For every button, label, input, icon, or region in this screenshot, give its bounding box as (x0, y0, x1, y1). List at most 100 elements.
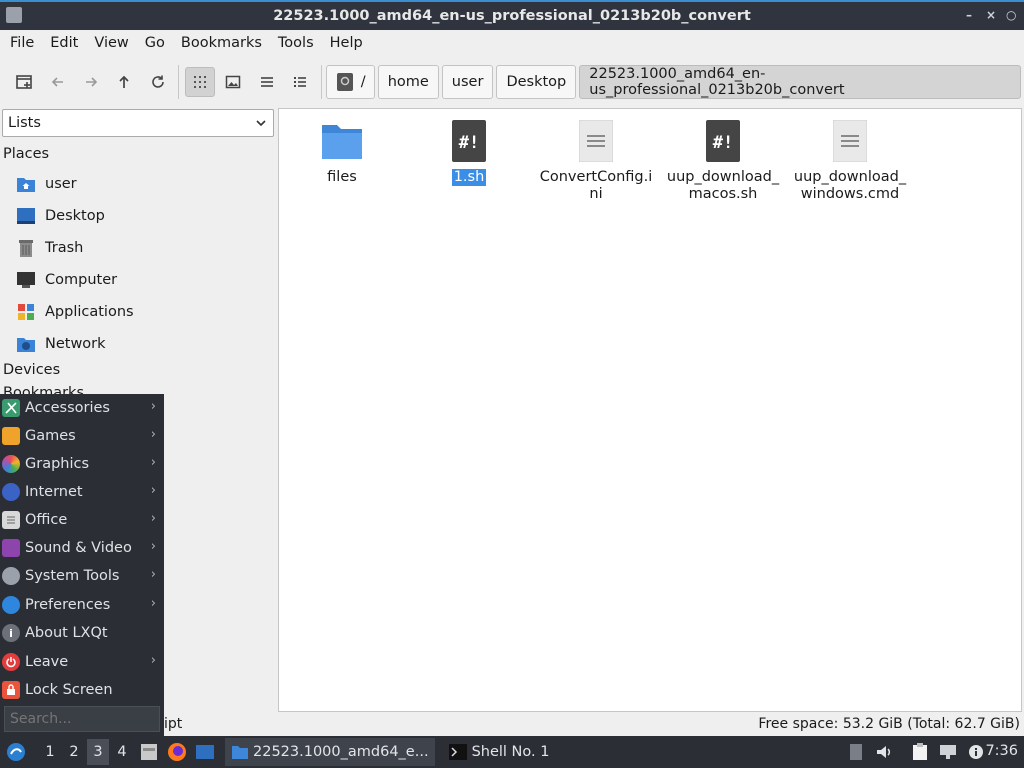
terminal-icon (448, 744, 467, 760)
workspace-1[interactable]: 1 (39, 739, 61, 765)
sidebar-item-desktop[interactable]: Desktop (16, 203, 105, 229)
file-item-1-sh[interactable]: #! 1.sh (409, 117, 529, 186)
menu-accessories[interactable]: Accessories › (0, 395, 164, 421)
games-icon (2, 427, 20, 445)
task-label: 22523.1000_amd64_e... (253, 744, 429, 760)
chevron-right-icon: › (150, 399, 156, 414)
image-icon (226, 75, 241, 89)
main-menu-button[interactable] (4, 741, 28, 763)
chevron-right-icon: › (150, 596, 156, 611)
svg-text:#!: #! (459, 133, 479, 153)
places-header: Places (3, 146, 50, 162)
menu-file[interactable]: File (2, 30, 42, 56)
drive-icon (336, 73, 353, 91)
file-label: 1.sh (451, 169, 487, 186)
tray-notification-button[interactable] (845, 741, 867, 763)
side-pane-mode-select[interactable]: Lists (2, 109, 274, 137)
info-icon: i (2, 624, 20, 642)
menu-bookmarks[interactable]: Bookmarks (173, 30, 270, 56)
computer-icon (16, 270, 36, 290)
sidebar-item-label: Trash (45, 240, 84, 256)
grid-icon (194, 76, 207, 88)
menu-lock-screen[interactable]: Lock Screen (0, 677, 164, 703)
up-button[interactable] (110, 67, 139, 97)
tray-network-button[interactable] (937, 741, 959, 763)
tray-volume-button[interactable] (873, 741, 895, 763)
task-file-manager[interactable]: 22523.1000_amd64_e... (225, 738, 435, 766)
network-wired-icon (940, 745, 956, 759)
file-label: uup_download_windows.cmd (793, 169, 907, 202)
sidebar-item-label: Applications (45, 304, 134, 320)
detailed-list-icon (294, 77, 307, 87)
applications-icon (16, 302, 36, 322)
breadcrumb-root[interactable]: / (325, 65, 375, 99)
menubar: File Edit View Go Bookmarks Tools Help (0, 30, 1024, 56)
sidebar-item-computer[interactable]: Computer (16, 267, 117, 293)
application-menu: Accessories › Games › Graphics › Interne… (0, 394, 164, 736)
menu-preferences[interactable]: Preferences › (0, 592, 164, 618)
maximize-button[interactable]: ○ (1006, 8, 1016, 22)
toolbar-separator (178, 65, 180, 99)
quicklaunch-file-manager[interactable] (138, 741, 160, 763)
sidebar-item-trash[interactable]: Trash (16, 235, 83, 261)
breadcrumb-home[interactable]: home (377, 65, 439, 99)
thumbnail-view-button[interactable] (219, 67, 248, 97)
menu-sound-video[interactable]: Sound & Video › (0, 535, 164, 561)
chevron-right-icon: › (150, 567, 156, 582)
reload-button[interactable] (143, 67, 172, 97)
close-button[interactable]: × (986, 8, 996, 22)
sidebar-item-network[interactable]: Network (16, 331, 106, 357)
quicklaunch-firefox[interactable] (166, 741, 188, 763)
menu-item-label: System Tools (25, 568, 120, 584)
workspace-3[interactable]: 3 (87, 739, 109, 765)
file-item-files[interactable]: files (282, 117, 402, 186)
detailed-view-button[interactable] (285, 67, 314, 97)
preferences-icon (2, 596, 20, 614)
menu-edit[interactable]: Edit (42, 30, 86, 56)
new-tab-button[interactable] (10, 67, 39, 97)
toolbar-separator (320, 65, 322, 99)
menu-view[interactable]: View (86, 30, 136, 56)
file-item-uup-download-windows-cmd[interactable]: uup_download_windows.cmd (790, 117, 910, 203)
menu-item-label: Sound & Video (25, 540, 132, 556)
menu-graphics[interactable]: Graphics › (0, 451, 164, 477)
compact-view-button[interactable] (252, 67, 281, 97)
icon-view-button[interactable] (185, 67, 215, 97)
accessories-icon (2, 399, 20, 417)
menu-tools[interactable]: Tools (270, 30, 322, 56)
menu-item-label: Internet (25, 484, 83, 500)
minimize-button[interactable]: – (966, 8, 972, 22)
forward-button[interactable] (76, 67, 105, 97)
menu-office[interactable]: Office › (0, 507, 164, 533)
office-icon (2, 511, 20, 529)
menu-help[interactable]: Help (322, 30, 371, 56)
sidebar-item-applications[interactable]: Applications (16, 299, 134, 325)
menu-internet[interactable]: Internet › (0, 479, 164, 505)
breadcrumb-current[interactable]: 22523.1000_amd64_en-us_professional_0213… (579, 65, 1022, 99)
tray-clipboard-button[interactable] (909, 741, 931, 763)
sidebar-item-user[interactable]: user (16, 171, 77, 197)
menu-games[interactable]: Games › (0, 423, 164, 449)
menu-leave[interactable]: Leave › (0, 649, 164, 675)
quicklaunch-desktop[interactable] (194, 741, 216, 763)
workspace-2[interactable]: 2 (63, 739, 85, 765)
back-button[interactable] (43, 67, 72, 97)
breadcrumb-desktop[interactable]: Desktop (496, 65, 577, 99)
breadcrumb-user[interactable]: user (441, 65, 494, 99)
menu-go[interactable]: Go (137, 30, 173, 56)
clock[interactable]: 7:36 (985, 743, 1018, 759)
file-item-uup-download-macos-sh[interactable]: #! uup_download_macos.sh (663, 117, 783, 203)
task-terminal[interactable]: Shell No. 1 (443, 738, 556, 766)
breadcrumb-root-label: / (360, 74, 366, 90)
window-titlebar[interactable]: 22523.1000_amd64_en-us_professional_0213… (0, 0, 1024, 30)
menu-system-tools[interactable]: System Tools › (0, 563, 164, 589)
menu-about-lxqt[interactable]: i About LXQt (0, 620, 164, 646)
text-file-icon (826, 117, 874, 165)
tray-info-button[interactable] (965, 741, 987, 763)
text-file-icon (572, 117, 620, 165)
workspace-4[interactable]: 4 (111, 739, 133, 765)
folder-icon (318, 117, 366, 165)
app-search-input[interactable] (4, 706, 160, 732)
folder-view[interactable]: files #! 1.sh ConvertConfig.ini #! uup_d… (278, 108, 1022, 712)
file-item-convertconfig-ini[interactable]: ConvertConfig.ini (536, 117, 656, 203)
